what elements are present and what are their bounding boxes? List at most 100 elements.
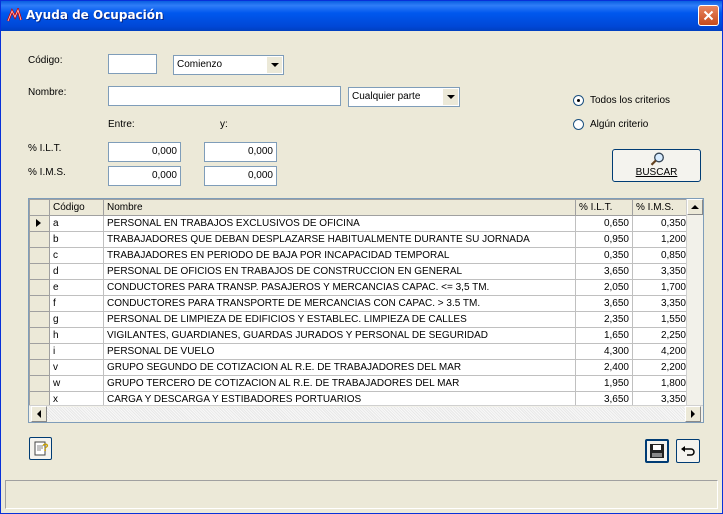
save-button[interactable] (645, 439, 669, 463)
row-indicator[interactable] (29, 375, 50, 392)
cell-codigo[interactable]: d (49, 263, 104, 280)
ims-from-input[interactable]: 0,000 (108, 166, 181, 186)
row-indicator[interactable] (29, 231, 50, 248)
table-row[interactable]: w GRUPO TERCERO DE COTIZACION AL R.E. DE … (29, 375, 704, 392)
nombre-input[interactable] (108, 86, 341, 106)
cell-ilt[interactable]: 2,050 (575, 279, 633, 296)
occupation-grid[interactable]: Código Nombre % I.L.T. % I.M.S. a PERSONA… (28, 198, 704, 423)
cell-ilt[interactable]: 1,950 (575, 375, 633, 392)
close-button[interactable] (698, 5, 719, 26)
cell-ilt[interactable]: 0,650 (575, 215, 633, 232)
cell-codigo[interactable]: g (49, 311, 104, 328)
cell-ims[interactable]: 2,200 (632, 359, 690, 376)
cell-ims[interactable]: 3,350 (632, 295, 690, 312)
table-row[interactable]: d PERSONAL DE OFICIOS EN TRABAJOS DE CONS… (29, 263, 704, 280)
cell-codigo[interactable]: c (49, 247, 104, 264)
cell-codigo[interactable]: b (49, 231, 104, 248)
table-row[interactable]: c TRABAJADORES EN PERIODO DE BAJA POR INC… (29, 247, 704, 264)
cell-ims[interactable]: 1,200 (632, 231, 690, 248)
help-icon: ? (34, 441, 49, 456)
column-header-nombre[interactable]: Nombre (103, 199, 576, 216)
help-button[interactable]: ? (29, 437, 52, 460)
arrow-right-icon (691, 410, 695, 418)
search-button-label: BUSCAR (635, 167, 678, 178)
codigo-match-select[interactable]: Comienzo (173, 55, 284, 75)
table-row[interactable]: a PERSONAL EN TRABAJOS EXCLUSIVOS DE OFIC… (29, 215, 704, 232)
row-indicator[interactable] (29, 215, 50, 232)
cell-codigo[interactable]: f (49, 295, 104, 312)
table-row[interactable]: g PERSONAL DE LIMPIEZA DE EDIFICIOS Y EST… (29, 311, 704, 328)
vertical-scrollbar[interactable] (686, 199, 703, 407)
cell-codigo[interactable]: h (49, 327, 104, 344)
cell-ilt[interactable]: 0,350 (575, 247, 633, 264)
cell-ims[interactable]: 0,850 (632, 247, 690, 264)
table-row[interactable]: v GRUPO SEGUNDO DE COTIZACION AL R.E. DE … (29, 359, 704, 376)
cell-ilt[interactable]: 1,650 (575, 327, 633, 344)
cell-ims[interactable]: 1,700 (632, 279, 690, 296)
cell-ilt[interactable]: 4,300 (575, 343, 633, 360)
cell-nombre[interactable]: TRABAJADORES QUE DEBAN DESPLAZARSE HABIT… (103, 231, 576, 248)
table-row[interactable]: f CONDUCTORES PARA TRANSPORTE DE MERCANCI… (29, 295, 704, 312)
cell-ims[interactable]: 2,250 (632, 327, 690, 344)
table-row[interactable]: h VIGILANTES, GUARDIANES, GUARDAS JURADOS… (29, 327, 704, 344)
scroll-up-button[interactable] (687, 199, 703, 215)
row-indicator[interactable] (29, 327, 50, 344)
cell-nombre[interactable]: PERSONAL DE LIMPIEZA DE EDIFICIOS Y ESTA… (103, 311, 576, 328)
cell-ims[interactable]: 0,350 (632, 215, 690, 232)
cell-nombre[interactable]: PERSONAL DE VUELO (103, 343, 576, 360)
column-header-ilt[interactable]: % I.L.T. (575, 199, 633, 216)
row-indicator[interactable] (29, 263, 50, 280)
cell-nombre[interactable]: TRABAJADORES EN PERIODO DE BAJA POR INCA… (103, 247, 576, 264)
cell-ilt[interactable]: 2,400 (575, 359, 633, 376)
cell-codigo[interactable]: w (49, 375, 104, 392)
cell-ilt[interactable]: 3,650 (575, 295, 633, 312)
table-body: a PERSONAL EN TRABAJOS EXCLUSIVOS DE OFIC… (29, 215, 704, 408)
cell-ims[interactable]: 4,200 (632, 343, 690, 360)
cell-codigo[interactable]: e (49, 279, 104, 296)
criteria-any-radio[interactable] (573, 119, 584, 130)
cell-nombre[interactable]: VIGILANTES, GUARDIANES, GUARDAS JURADOS … (103, 327, 576, 344)
cell-nombre[interactable]: CONDUCTORES PARA TRANSPORTE DE MERCANCIA… (103, 295, 576, 312)
cell-ilt[interactable]: 3,650 (575, 263, 633, 280)
row-indicator[interactable] (29, 247, 50, 264)
ilt-from-input[interactable]: 0,000 (108, 142, 181, 162)
nombre-match-select[interactable]: Cualquier parte (348, 87, 460, 107)
search-button[interactable]: BUSCAR (612, 149, 701, 182)
row-indicator[interactable] (29, 311, 50, 328)
undo-button[interactable] (676, 439, 700, 463)
cell-nombre[interactable]: PERSONAL EN TRABAJOS EXCLUSIVOS DE OFICI… (103, 215, 576, 232)
cell-ims[interactable]: 1,550 (632, 311, 690, 328)
undo-icon (681, 446, 695, 456)
cell-ims[interactable]: 1,800 (632, 375, 690, 392)
horizontal-scrollbar[interactable] (29, 405, 703, 422)
cell-ims[interactable]: 3,350 (632, 263, 690, 280)
column-header-ims[interactable]: % I.M.S. (632, 199, 690, 216)
codigo-input[interactable] (108, 54, 157, 74)
row-indicator[interactable] (29, 279, 50, 296)
chevron-down-icon[interactable] (442, 89, 458, 105)
table-row[interactable]: i PERSONAL DE VUELO 4,300 4,200 (29, 343, 704, 360)
ims-to-input[interactable]: 0,000 (204, 166, 277, 186)
cell-nombre[interactable]: CONDUCTORES PARA TRANSP. PASAJEROS Y MER… (103, 279, 576, 296)
column-header-codigo[interactable]: Código (49, 199, 104, 216)
row-indicator[interactable] (29, 359, 50, 376)
cell-codigo[interactable]: i (49, 343, 104, 360)
cell-nombre[interactable]: GRUPO SEGUNDO DE COTIZACION AL R.E. DE T… (103, 359, 576, 376)
cell-ilt[interactable]: 0,950 (575, 231, 633, 248)
table-row[interactable]: e CONDUCTORES PARA TRANSP. PASAJEROS Y ME… (29, 279, 704, 296)
cell-nombre[interactable]: GRUPO TERCERO DE COTIZACION AL R.E. DE T… (103, 375, 576, 392)
scroll-left-button[interactable] (31, 406, 47, 422)
cell-ilt[interactable]: 2,350 (575, 311, 633, 328)
cell-codigo[interactable]: v (49, 359, 104, 376)
cell-nombre[interactable]: PERSONAL DE OFICIOS EN TRABAJOS DE CONST… (103, 263, 576, 280)
ilt-to-input[interactable]: 0,000 (204, 142, 277, 162)
title-bar[interactable]: Ayuda de Ocupación (1, 1, 722, 31)
criteria-all-radio[interactable] (573, 95, 584, 106)
table-row[interactable]: b TRABAJADORES QUE DEBAN DESPLAZARSE HABI… (29, 231, 704, 248)
chevron-down-icon[interactable] (266, 57, 282, 73)
cell-codigo[interactable]: a (49, 215, 104, 232)
row-indicator[interactable] (29, 343, 50, 360)
scroll-right-button[interactable] (685, 406, 701, 422)
horizontal-scroll-track[interactable] (47, 407, 697, 420)
row-indicator[interactable] (29, 295, 50, 312)
